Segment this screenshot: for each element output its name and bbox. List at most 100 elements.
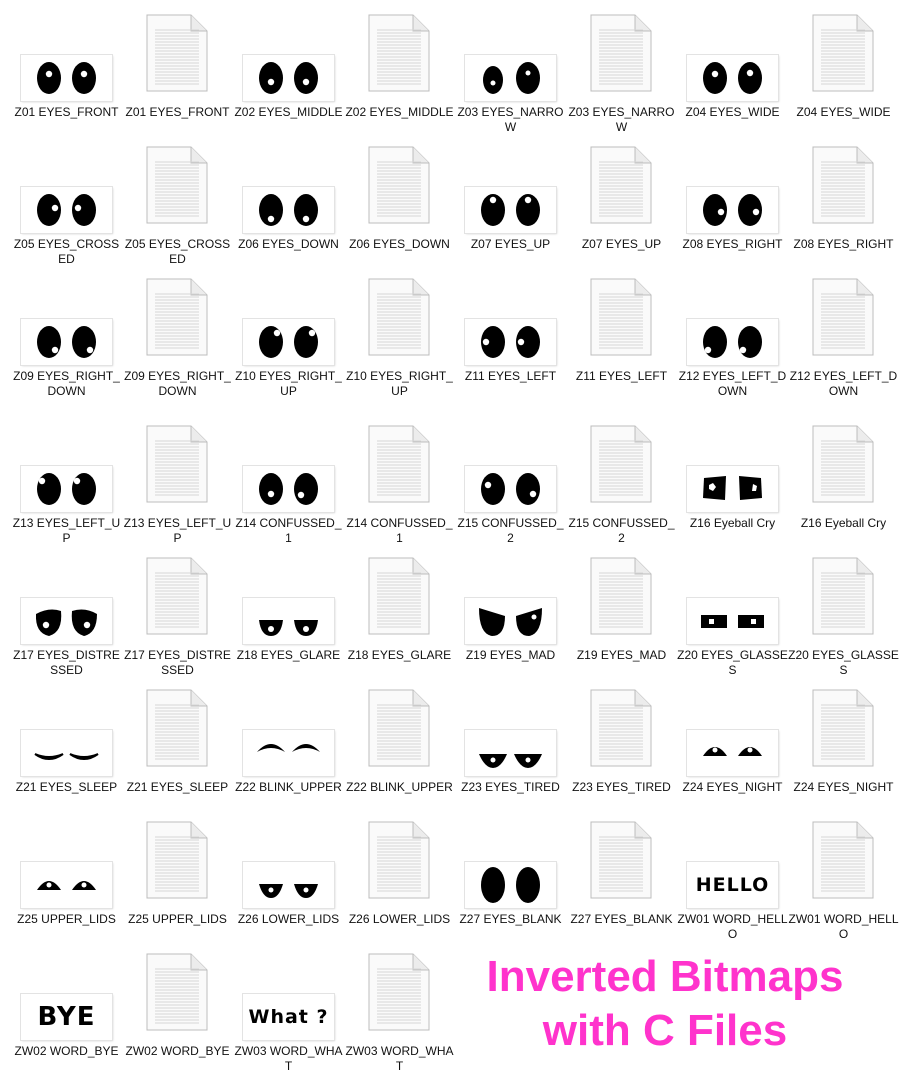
eyes-bitmap-thumbnail [687,466,778,512]
file-name-label: Z17 EYES_DISTRESSED [124,648,231,677]
eyes-bitmap-thumbnail [465,862,556,908]
file-name-label: ZW01 WORD_HELLO [788,912,899,941]
file-name-label: Z20 EYES_GLASSES [677,648,788,677]
c-file-document-icon [368,689,430,767]
eyes-bitmap-thumbnail [687,730,778,776]
c-file-document-icon [590,14,652,92]
file-name-label: Z20 EYES_GLASSES [788,648,899,677]
file-name-label: Z07 EYES_UP [470,237,551,251]
eyes-bitmap-thumbnail [21,598,112,644]
file-name-label: ZW01 WORD_HELLO [677,912,788,941]
file-name-label: Z13 EYES_LEFT_UP [123,516,232,545]
eyes-bitmap-thumbnail [465,466,556,512]
eyes-bitmap-thumbnail [21,862,112,908]
word-bitmap-thumbnail: BYE [21,994,112,1040]
c-file-document-icon [146,953,208,1031]
file-name-label: Z14 CONFUSSED_1 [346,516,453,545]
file-name-label: ZW02 WORD_BYE [14,1044,119,1058]
file-name-label: Z10 EYES_RIGHT_UP [346,369,453,398]
c-file-document-icon [368,557,430,635]
c-file-document-icon [146,821,208,899]
file-name-label: Z17 EYES_DISTRESSED [13,648,120,677]
file-name-label: ZW02 WORD_BYE [125,1044,230,1058]
eyes-bitmap-thumbnail [243,730,334,776]
c-file-document-icon [368,14,430,92]
eyes-bitmap-thumbnail [243,187,334,233]
eyes-bitmap-thumbnail [687,598,778,644]
c-file-document-icon [812,557,874,635]
file-name-label: Z18 EYES_GLARE [236,648,341,662]
caption-line-2: with C Files [542,1006,788,1055]
file-name-label: Z16 Eyeball Cry [800,516,887,530]
file-name-label: Z11 EYES_LEFT [464,369,557,383]
file-name-label: Z09 EYES_RIGHT_DOWN [124,369,231,398]
file-name-label: Z26 LOWER_LIDS [237,912,340,926]
c-file-document-icon [812,14,874,92]
file-name-label: Z24 EYES_NIGHT [682,780,783,794]
file-name-label: ZW03 WORD_WHAT [345,1044,454,1073]
c-file-document-icon [146,689,208,767]
eyes-bitmap-thumbnail [465,55,556,101]
c-file-document-icon [368,146,430,224]
file-name-label: Z06 EYES_DOWN [349,237,450,251]
file-name-label: Z16 Eyeball Cry [689,516,776,530]
c-file-document-icon [146,425,208,503]
eyes-bitmap-thumbnail [21,187,112,233]
file-name-label: Z12 EYES_LEFT_DOWN [678,369,787,398]
c-file-document-icon [368,953,430,1031]
file-name-label: Z21 EYES_SLEEP [15,780,118,794]
file-name-label: Z11 EYES_LEFT [575,369,668,383]
c-file-document-icon [146,557,208,635]
eyes-bitmap-thumbnail [687,187,778,233]
eyes-bitmap-thumbnail [21,466,112,512]
file-name-label: Z04 EYES_WIDE [796,105,891,119]
file-name-label: Z01 EYES_FRONT [14,105,119,119]
c-file-document-icon [590,821,652,899]
file-name-label: Z23 EYES_TIRED [572,780,671,794]
file-name-label: Z06 EYES_DOWN [238,237,339,251]
file-name-label: Z10 EYES_RIGHT_UP [235,369,342,398]
eyes-bitmap-thumbnail [21,319,112,365]
word-bitmap-thumbnail: HELLO [687,862,778,908]
eyes-bitmap-thumbnail [465,730,556,776]
file-name-label: Z02 EYES_MIDDLE [345,105,454,119]
file-name-label: ZW03 WORD_WHAT [234,1044,343,1073]
eyes-bitmap-thumbnail [243,466,334,512]
file-name-label: Z15 CONFUSSED_2 [457,516,564,545]
c-file-document-icon [146,14,208,92]
eyes-bitmap-thumbnail [21,730,112,776]
file-name-label: Z02 EYES_MIDDLE [234,105,343,119]
c-file-document-icon [590,146,652,224]
eyes-bitmap-thumbnail [243,598,334,644]
file-name-label: Z22 BLINK_UPPER [235,780,342,794]
c-file-document-icon [146,146,208,224]
word-bitmap-text: What ? [248,1006,329,1028]
c-file-document-icon [812,821,874,899]
file-name-label: Z08 EYES_RIGHT [793,237,894,251]
file-name-label: Z23 EYES_TIRED [461,780,560,794]
c-file-document-icon [368,278,430,356]
file-name-label: Z12 EYES_LEFT_DOWN [789,369,898,398]
file-name-label: Z18 EYES_GLARE [347,648,452,662]
word-bitmap-thumbnail: What ? [243,994,334,1040]
eyes-bitmap-thumbnail [687,55,778,101]
c-file-document-icon [812,689,874,767]
file-name-label: Z25 UPPER_LIDS [128,912,227,926]
eyes-bitmap-thumbnail [465,598,556,644]
caption-line-1: Inverted Bitmaps [486,952,844,1001]
word-bitmap-text: BYE [37,1002,96,1032]
eyes-bitmap-thumbnail [687,319,778,365]
c-file-document-icon [812,425,874,503]
file-name-label: Z21 EYES_SLEEP [126,780,229,794]
eyes-bitmap-thumbnail [465,187,556,233]
file-name-label: Z05 EYES_CROSSED [13,237,120,266]
file-name-label: Z09 EYES_RIGHT_DOWN [13,369,120,398]
file-name-label: Z07 EYES_UP [581,237,662,251]
eyes-bitmap-thumbnail [243,319,334,365]
c-file-document-icon [812,146,874,224]
file-name-label: Z04 EYES_WIDE [685,105,780,119]
file-name-label: Z24 EYES_NIGHT [793,780,894,794]
file-name-label: Z01 EYES_FRONT [125,105,230,119]
c-file-document-icon [590,689,652,767]
c-file-document-icon [368,821,430,899]
